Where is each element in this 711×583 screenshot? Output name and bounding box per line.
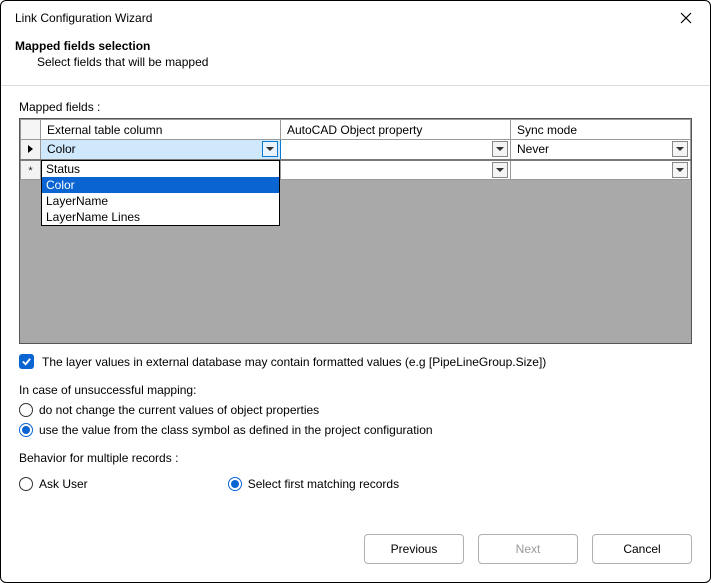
behavior-option-1[interactable]: Ask User [19,477,88,491]
current-row-icon [28,145,33,153]
dropdown-button[interactable] [672,162,688,178]
wizard-header: Mapped fields selection Select fields th… [1,35,710,79]
dropdown-button[interactable] [492,162,508,178]
grid-corner [21,120,41,140]
col-header-sync[interactable]: Sync mode [511,120,691,140]
step-title: Mapped fields selection [15,39,696,53]
radio-do-not-change[interactable] [19,403,33,417]
dropdown-button[interactable] [262,141,278,157]
radio-label: use the value from the class symbol as d… [39,423,433,437]
cancel-button[interactable]: Cancel [592,534,692,564]
chevron-down-icon [266,147,274,151]
cell-value: Never [517,142,549,156]
window-title: Link Configuration Wizard [15,11,152,25]
behavior-label: Behavior for multiple records : [19,451,692,465]
chevron-down-icon [496,147,504,151]
behavior-options: Ask User Select first matching records [19,471,692,491]
previous-button[interactable]: Previous [364,534,464,564]
check-icon [21,356,32,367]
col-header-property[interactable]: AutoCAD Object property [281,120,511,140]
mapped-fields-label: Mapped fields : [19,100,692,114]
new-row-icon: * [28,165,32,177]
formatted-values-checkbox[interactable] [19,354,34,369]
chevron-down-icon [676,168,684,172]
radio-ask-user[interactable] [19,477,33,491]
dropdown-button[interactable] [672,141,688,157]
col-header-external[interactable]: External table column [41,120,281,140]
dropdown-option-color[interactable]: Color [42,177,279,193]
cell-sync-0[interactable]: Never [511,140,691,160]
table-row[interactable]: Color Never [21,140,691,160]
radio-label: Select first matching records [248,477,399,491]
close-button[interactable] [672,7,700,29]
cell-property-1[interactable] [281,160,511,180]
dropdown-option-layername-lines[interactable]: LayerName Lines [42,209,279,225]
wizard-window: Link Configuration Wizard Mapped fields … [0,0,711,583]
cell-sync-1[interactable] [511,160,691,180]
formatted-values-row: The layer values in external database ma… [19,354,692,369]
behavior-option-2[interactable]: Select first matching records [228,477,399,491]
content-area: Mapped fields : External table column Au… [1,86,710,520]
radio-use-class-symbol[interactable] [19,423,33,437]
cell-property-0[interactable] [281,140,511,160]
titlebar: Link Configuration Wizard [1,1,710,35]
unsuccessful-mapping-label: In case of unsuccessful mapping: [19,383,692,397]
wizard-footer: Previous Next Cancel [1,520,710,582]
dropdown-button[interactable] [492,141,508,157]
external-column-dropdown[interactable]: Status Color LayerName LayerName Lines [41,160,280,226]
formatted-values-label: The layer values in external database ma… [42,355,546,369]
cell-external-0[interactable]: Color [41,140,281,160]
dropdown-option-status[interactable]: Status [42,161,279,177]
dropdown-option-layername[interactable]: LayerName [42,193,279,209]
unsuccessful-option-1[interactable]: do not change the current values of obje… [19,403,692,417]
step-subtitle: Select fields that will be mapped [15,55,696,69]
radio-label: Ask User [39,477,88,491]
radio-select-first[interactable] [228,477,242,491]
row-marker-new: * [21,160,41,180]
row-marker-current [21,140,41,160]
cell-value: Color [47,142,76,156]
chevron-down-icon [496,168,504,172]
next-button[interactable]: Next [478,534,578,564]
mapped-fields-grid[interactable]: External table column AutoCAD Object pro… [19,118,692,344]
radio-label: do not change the current values of obje… [39,403,319,417]
unsuccessful-option-2[interactable]: use the value from the class symbol as d… [19,423,692,437]
chevron-down-icon [676,147,684,151]
close-icon [680,12,692,24]
